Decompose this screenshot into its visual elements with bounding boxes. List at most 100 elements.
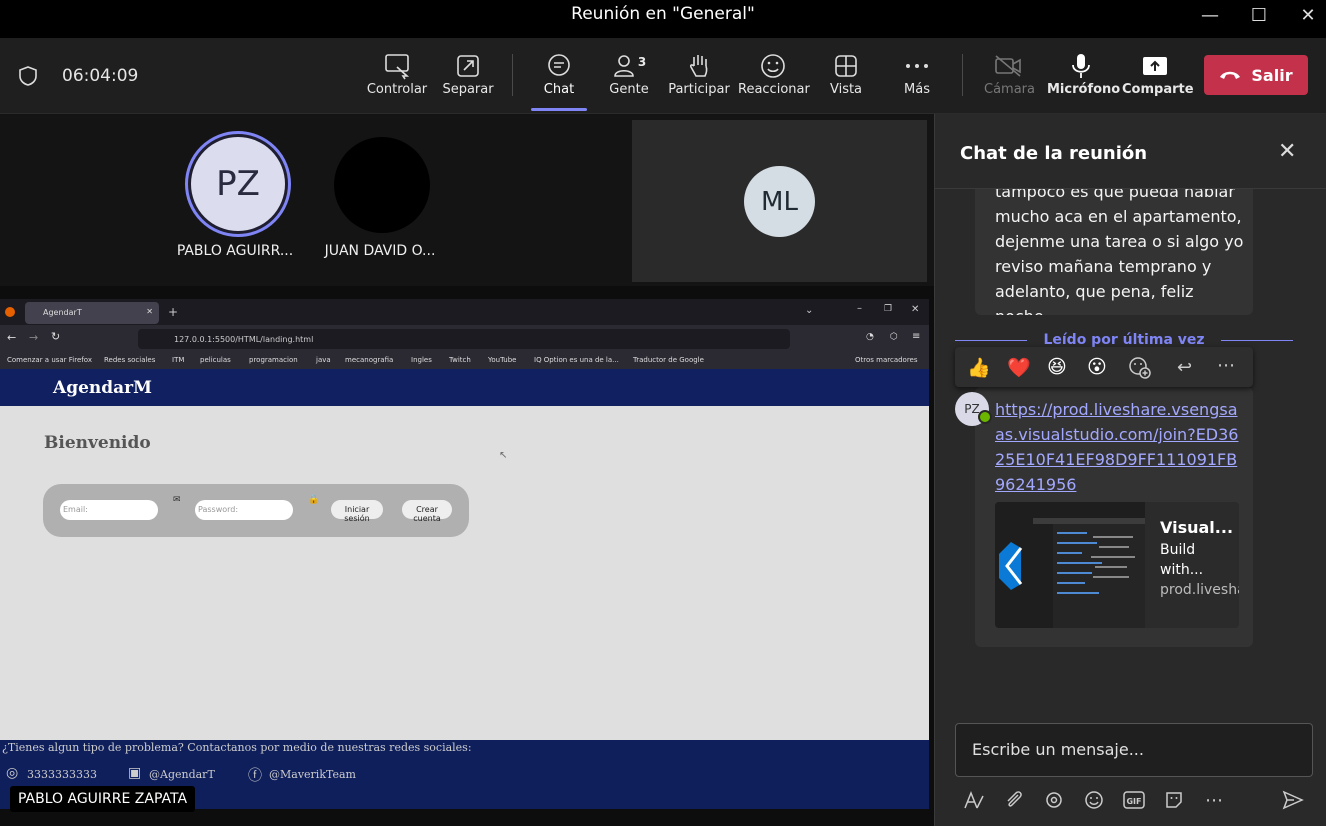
bookmark-item[interactable]: Twitch [449,356,471,364]
bookmark-item[interactable]: mecanografia [345,356,393,364]
tab-close-icon[interactable]: ✕ [146,307,153,316]
card-description: Build with... [1160,542,1204,578]
hangup-icon [1219,66,1241,85]
surprised-reaction-icon[interactable]: 😮 [1087,356,1107,378]
close-window-button[interactable]: ✕ [1288,2,1326,30]
meeting-timer: 06:04:09 [62,66,139,86]
shield-icon [18,65,38,91]
footer-instagram[interactable]: @AgendarT [149,768,215,781]
maximize-button[interactable]: ☐ [1239,2,1279,30]
menu-icon[interactable]: ≡ [912,331,920,342]
people-label: Gente [609,82,649,97]
add-reaction-icon[interactable] [1127,355,1151,384]
control-label: Controlar [366,82,428,97]
bookmark-item[interactable]: ITM [172,356,184,364]
sticker-icon[interactable] [1161,787,1187,813]
link-preview-card[interactable]: Visual... Build with... prod.liveshare.v… [995,502,1239,628]
bookmark-item[interactable]: Comenzar a usar Firefox [7,356,92,364]
close-chat-icon[interactable]: ✕ [1278,139,1296,164]
chat-panel-title: Chat de la reunión [960,143,1148,164]
browser-minimize-icon[interactable]: – [857,303,862,314]
camera-button[interactable]: Cámara [984,50,1035,106]
chat-icon [531,50,587,82]
loop-icon[interactable] [1041,787,1067,813]
browser-tab[interactable]: AgendarT ✕ [25,302,159,324]
reload-icon[interactable]: ↻ [51,330,60,343]
emoji-picker-icon[interactable] [1081,787,1107,813]
site-header: AgendarM [0,369,929,406]
laugh-reaction-icon[interactable]: 😆 [1047,356,1067,378]
heart-reaction-icon[interactable]: ❤️ [1007,356,1031,379]
participant-tile-ml[interactable]: ML [632,120,927,282]
more-compose-icon[interactable]: ⋯ [1201,787,1227,813]
chat-message-text: tampoco es que pueda hablar mucho aca en… [995,189,1244,315]
hand-icon [668,50,730,82]
more-options-icon[interactable]: ⋯ [1217,355,1235,376]
register-button[interactable]: Crear cuenta [402,500,452,523]
format-icon[interactable] [961,787,987,813]
tab-list-icon[interactable]: ⌄ [805,305,813,316]
popout-label: Separar [442,82,494,97]
bookmark-item[interactable]: Traductor de Google [633,356,704,364]
chat-active-indicator [531,108,587,111]
tab-title: AgendarT [43,308,82,317]
bookmark-item[interactable]: Otros marcadores [855,356,918,364]
login-button[interactable]: Iniciar sesión [331,500,383,523]
bookmark-item[interactable]: YouTube [488,356,516,364]
meeting-toolbar: 06:04:09 Controlar Separar Chat 3 Gente … [0,38,1326,114]
share-button[interactable]: Comparte [1122,50,1194,106]
email-input[interactable]: Email: [60,500,158,520]
browser-close-icon[interactable]: ✕ [911,304,919,315]
people-button[interactable]: 3 Gente [603,50,655,106]
microphone-icon [1047,50,1115,82]
footer-phone[interactable]: 3333333333 [27,768,97,781]
react-button[interactable]: Reaccionar [738,50,810,106]
microphone-button[interactable]: Micrófono [1047,50,1121,106]
send-icon[interactable] [1280,787,1306,813]
participant-avatar-pz[interactable]: PZ [185,131,291,237]
liveshare-link[interactable]: https://prod.liveshare.vsengsaas.visuals… [995,397,1240,497]
message-input[interactable]: Escribe un mensaje... [955,723,1313,777]
gif-icon[interactable]: GIF [1121,787,1147,813]
attach-icon[interactable] [1001,787,1027,813]
browser-restore-icon[interactable]: ❐ [884,304,892,314]
password-input[interactable]: Password: [195,500,293,520]
forward-icon[interactable]: → [29,331,38,344]
chat-label: Chat [543,82,575,97]
microphone-label: Micrófono [1047,82,1121,97]
url-bar[interactable]: 127.0.0.1:5500/HTML/landing.html [138,329,790,349]
bookmark-item[interactable]: programacion [249,356,298,364]
card-title: Visual... [1160,518,1234,537]
more-button[interactable]: Más [897,50,937,106]
leave-button[interactable]: Salir [1204,55,1308,95]
firefox-icon [5,307,15,317]
like-reaction-icon[interactable]: 👍 [967,356,991,379]
chat-button[interactable]: Chat [531,50,587,106]
popout-button[interactable]: Separar [440,50,496,106]
bookmark-item[interactable]: IQ Option es una de la... [534,356,619,364]
camera-off-icon [984,50,1032,82]
window-titlebar: Reunión en "General" — ☐ ✕ [0,0,1326,38]
shared-screen: AgendarT ✕ + ⌄ – ❐ ✕ ← → ↻ 127.0.0.1:5500… [0,299,929,809]
reply-icon[interactable]: ↩ [1177,357,1192,378]
minimize-button[interactable]: — [1190,2,1230,30]
participant-row: PZ PABLO AGUIRR... JUAN DAVID O... ML [0,114,934,286]
view-button[interactable]: Vista [824,50,868,106]
participant-avatar-jd[interactable] [334,137,430,233]
bookmark-item[interactable]: java [316,356,331,364]
control-button[interactable]: Controlar [366,50,428,106]
bookmark-item[interactable]: Ingles [411,356,432,364]
people-icon: 3 [603,50,655,82]
url-text: 127.0.0.1:5500/HTML/landing.html [174,335,314,344]
bookmark-item[interactable]: Redes sociales [104,356,155,364]
raise-hand-button[interactable]: Participar [668,50,730,106]
pocket-icon[interactable]: ◔ [866,332,874,342]
bookmark-item[interactable]: peliculas [200,356,231,364]
new-tab-icon[interactable]: + [168,305,178,319]
footer-facebook[interactable]: @MaverikTeam [269,768,356,781]
extensions-icon[interactable]: ⬡ [890,332,898,342]
back-icon[interactable]: ← [7,331,16,344]
preview-thumbnail [995,502,1145,628]
people-count: 3 [637,55,647,69]
whatsapp-icon: ◎ [6,765,19,781]
